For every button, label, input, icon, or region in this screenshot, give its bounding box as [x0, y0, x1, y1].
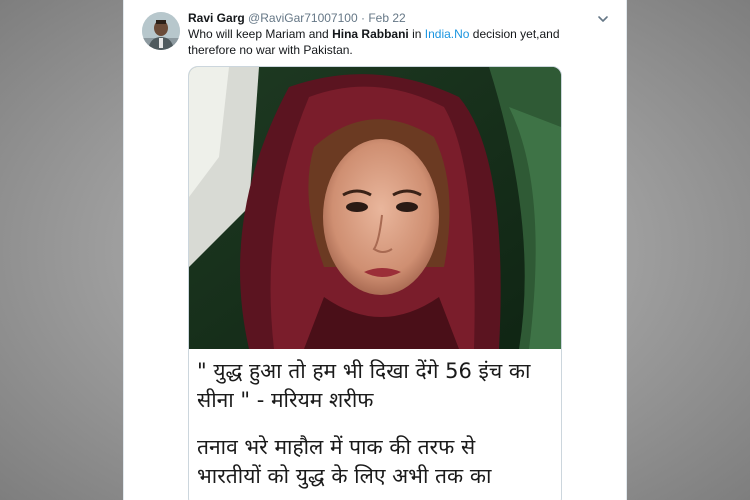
caption-body-line: भारतीयों को युद्ध के लिए अभी तक का [197, 464, 492, 488]
tweet-link[interactable]: India.No [425, 27, 470, 41]
chevron-down-icon[interactable] [596, 12, 610, 26]
avatar[interactable] [142, 12, 180, 50]
avatar-photo [142, 12, 180, 50]
tweet-text-part: in [408, 27, 425, 41]
tweet-text-bold: Hina Rabbani [332, 27, 409, 41]
tweet-card: Ravi Garg @RaviGar71007100 · Feb 22 Who … [124, 0, 626, 500]
author-name[interactable]: Ravi Garg [188, 11, 245, 25]
header-separator: · [360, 11, 365, 25]
caption-gap [197, 415, 557, 433]
author-handle[interactable]: @RaviGar71007100 [248, 11, 358, 25]
image-caption: " युद्ध हुआ तो हम भी दिखा देंगे 56 इंच क… [197, 357, 557, 491]
portrait-photo [189, 67, 561, 349]
tweet-header: Ravi Garg @RaviGar71007100 · Feb 22 [188, 10, 614, 26]
tweet-text-part: Who will keep Mariam and [188, 27, 333, 41]
tweet-text: Who will keep Mariam and Hina Rabbani in… [188, 26, 608, 58]
caption-quote-line: " युद्ध हुआ तो हम भी दिखा देंगे 56 इंच क… [197, 359, 531, 383]
tweet-date[interactable]: Feb 22 [368, 11, 405, 25]
tweet-media[interactable]: " युद्ध हुआ तो हम भी दिखा देंगे 56 इंच क… [188, 66, 562, 500]
caption-body-line: तनाव भरे माहौल में पाक की तरफ से [197, 435, 476, 459]
caption-quote-line: सीना " - मरियम शरीफ [197, 388, 374, 412]
